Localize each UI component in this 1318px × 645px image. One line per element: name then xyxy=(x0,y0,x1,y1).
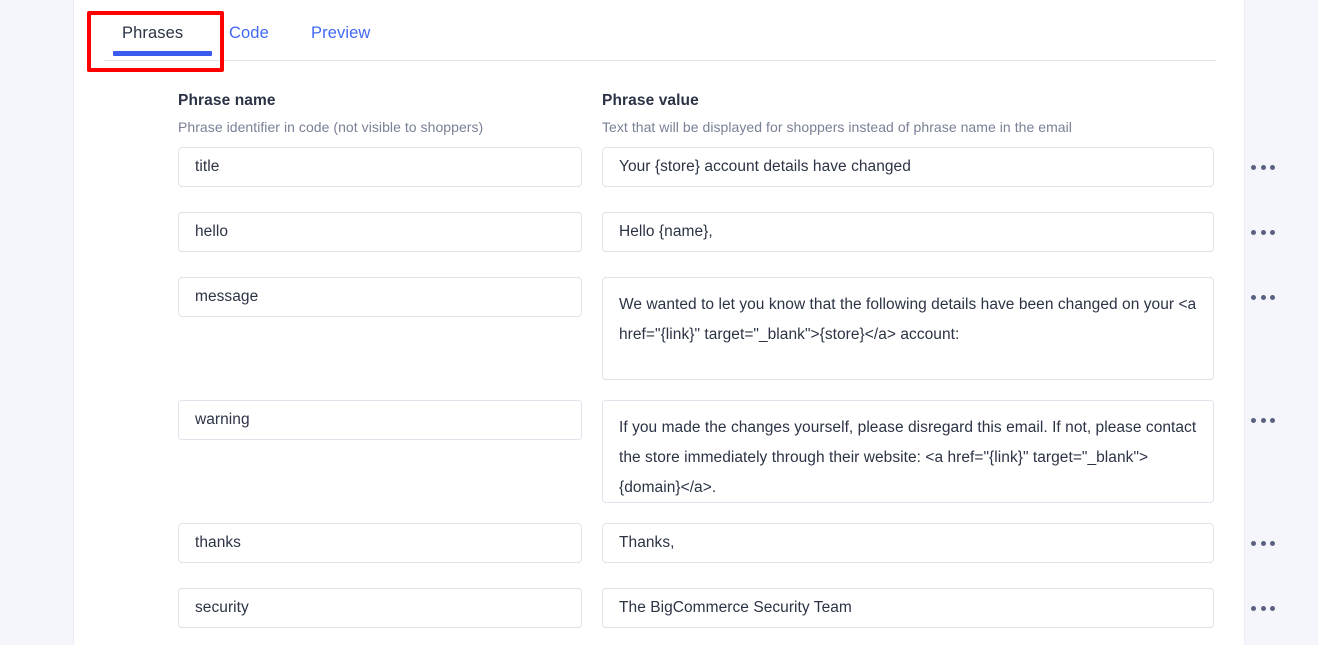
tab-phrases[interactable]: Phrases xyxy=(122,22,183,44)
phrase-value-input-title[interactable]: Your {store} account details have change… xyxy=(602,147,1214,187)
phrase-value-column-title: Phrase value xyxy=(602,92,699,109)
phrase-value-input-thanks[interactable]: Thanks, xyxy=(602,523,1214,563)
app-root: Phrases Code Preview Phrase name Phrase … xyxy=(0,0,1318,645)
row-menu-icon[interactable] xyxy=(1246,531,1280,555)
phrase-name-input-thanks[interactable]: thanks xyxy=(178,523,582,563)
tab-active-indicator xyxy=(113,51,212,56)
tab-divider xyxy=(104,60,1216,61)
phrase-name-input-message[interactable]: message xyxy=(178,277,582,317)
tab-bar: Phrases Code Preview xyxy=(74,0,1216,61)
phrase-name-column-title: Phrase name xyxy=(178,92,276,109)
phrase-name-input-hello[interactable]: hello xyxy=(178,212,582,252)
content-card: Phrases Code Preview Phrase name Phrase … xyxy=(73,0,1275,645)
row-menu-icon[interactable] xyxy=(1246,596,1280,620)
row-menu-icon[interactable] xyxy=(1246,285,1280,309)
phrase-name-input-security[interactable]: security xyxy=(178,588,582,628)
phrase-name-input-warning[interactable]: warning xyxy=(178,400,582,440)
tab-code[interactable]: Code xyxy=(229,22,269,44)
phrase-value-column-subtitle: Text that will be displayed for shoppers… xyxy=(602,119,1072,135)
row-menu-icon[interactable] xyxy=(1246,408,1280,432)
phrase-name-input-title[interactable]: title xyxy=(178,147,582,187)
phrase-value-input-warning[interactable]: If you made the changes yourself, please… xyxy=(602,400,1214,503)
phrase-value-input-hello[interactable]: Hello {name}, xyxy=(602,212,1214,252)
phrase-value-input-message[interactable]: We wanted to let you know that the follo… xyxy=(602,277,1214,380)
phrase-name-column-subtitle: Phrase identifier in code (not visible t… xyxy=(178,119,484,135)
row-menu-icon[interactable] xyxy=(1246,155,1280,179)
phrase-value-input-security[interactable]: The BigCommerce Security Team xyxy=(602,588,1214,628)
row-menu-icon[interactable] xyxy=(1246,220,1280,244)
tab-preview[interactable]: Preview xyxy=(311,22,370,44)
